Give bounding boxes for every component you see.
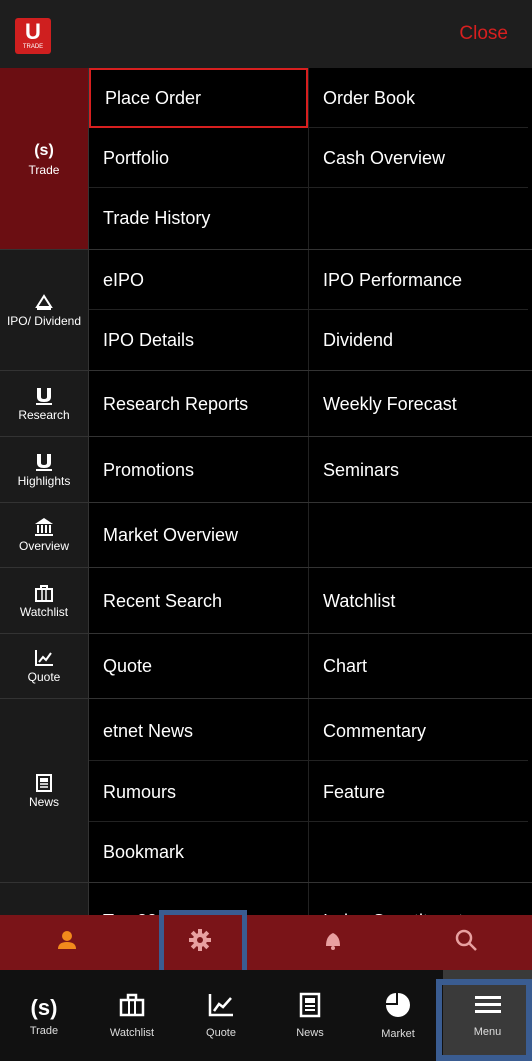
- menu-item-weekly-forecast[interactable]: Weekly Forecast: [309, 374, 528, 434]
- search-button[interactable]: [399, 915, 532, 970]
- highlight-box-menu: [436, 979, 532, 1061]
- menu-group-index: Top 20 Index Constituent: [0, 883, 532, 915]
- group-side-news[interactable]: News: [0, 699, 89, 882]
- tab-quote[interactable]: Quote: [177, 970, 265, 1061]
- tab-label: Market: [381, 1028, 415, 1040]
- group-label: Quote: [27, 670, 61, 684]
- notifications-button[interactable]: [266, 915, 399, 970]
- group-label: Highlights: [17, 473, 71, 488]
- group-label: Overview: [18, 539, 69, 553]
- utrade-logo: U TRADE: [15, 18, 51, 54]
- tab-label: Quote: [206, 1027, 236, 1039]
- u-logo-icon: [32, 452, 56, 472]
- newspaper-icon: [296, 992, 324, 1023]
- newspaper-icon: [32, 773, 56, 793]
- group-label: News: [28, 794, 59, 809]
- logo-letter: U: [25, 19, 41, 44]
- menu-item-bookmark[interactable]: Bookmark: [89, 822, 308, 882]
- tab-label: Trade: [29, 1024, 59, 1037]
- group-label: Watchlist: [19, 604, 69, 619]
- menu-item-research-reports[interactable]: Research Reports: [89, 374, 308, 434]
- menu-item-chart[interactable]: Chart: [309, 636, 528, 696]
- pie-chart-icon: [384, 991, 412, 1024]
- line-chart-icon: [32, 648, 56, 668]
- group-side-overview[interactable]: Overview: [0, 503, 89, 567]
- column-divider: [308, 503, 309, 567]
- menu-item-commentary[interactable]: Commentary: [309, 701, 528, 761]
- menu-item-recent-search[interactable]: Recent Search: [89, 571, 308, 631]
- tab-trade[interactable]: (s) Trade: [0, 970, 88, 1061]
- menu-item-order-book[interactable]: Order Book: [309, 68, 528, 128]
- briefcase-icon: [118, 992, 146, 1023]
- line-chart-icon: [207, 992, 235, 1023]
- menu-item-ipo-details[interactable]: IPO Details: [89, 310, 308, 370]
- group-label: IPO/ Dividend: [6, 314, 82, 328]
- ipo-icon: [32, 292, 56, 312]
- bell-icon: [321, 928, 345, 957]
- group-label: Research: [18, 407, 70, 422]
- dollar-icon: (s): [30, 994, 58, 1020]
- menu-item-promotions[interactable]: Promotions: [89, 440, 308, 500]
- menu-group-overview: Overview Market Overview: [0, 503, 532, 568]
- menu-item-watchlist[interactable]: Watchlist: [309, 571, 528, 631]
- menu-list[interactable]: (s) Trade Place Order Order Book Portfol…: [0, 68, 532, 915]
- menu-group-ipo-dividend: IPO/ Dividend eIPO IPO Performance IPO D…: [0, 250, 532, 371]
- group-side-highlights[interactable]: Highlights: [0, 437, 89, 502]
- menu-item-dividend[interactable]: Dividend: [309, 310, 528, 370]
- tab-market[interactable]: Market: [354, 970, 442, 1061]
- menu-item-seminars[interactable]: Seminars: [309, 440, 528, 500]
- menu-item-eipo[interactable]: eIPO: [89, 250, 308, 310]
- group-side-watchlist[interactable]: Watchlist: [0, 568, 89, 633]
- tab-label: News: [296, 1027, 324, 1039]
- menu-item-market-overview[interactable]: Market Overview: [89, 505, 308, 565]
- app-header: U TRADE Close: [0, 0, 532, 69]
- tab-news[interactable]: News: [266, 970, 354, 1061]
- group-side-ipo[interactable]: IPO/ Dividend: [0, 250, 89, 370]
- briefcase-icon: [32, 583, 56, 603]
- group-label: Trade: [28, 162, 60, 177]
- menu-item-portfolio[interactable]: Portfolio: [89, 128, 308, 188]
- menu-item-place-order[interactable]: Place Order: [89, 68, 308, 128]
- menu-group-news: News etnet News Commentary Rumours Featu…: [0, 699, 532, 883]
- group-side-trade[interactable]: (s) Trade: [0, 68, 89, 249]
- menu-group-trade: (s) Trade Place Order Order Book Portfol…: [0, 68, 532, 250]
- profile-button[interactable]: [0, 915, 133, 970]
- logo-subtext: TRADE: [22, 44, 44, 50]
- u-logo-icon: [32, 386, 56, 406]
- person-icon: [55, 928, 79, 957]
- menu-item-etnet-news[interactable]: etnet News: [89, 701, 308, 761]
- tab-watchlist[interactable]: Watchlist: [88, 970, 176, 1061]
- menu-item-cash-overview[interactable]: Cash Overview: [309, 128, 528, 188]
- search-icon: [454, 928, 478, 957]
- bank-icon: [32, 517, 56, 537]
- dollar-icon: (s): [34, 141, 54, 159]
- group-side-index[interactable]: [0, 883, 89, 915]
- tab-label: Watchlist: [109, 1027, 155, 1039]
- menu-group-watchlist: Watchlist Recent Search Watchlist: [0, 568, 532, 634]
- menu-group-quote: Quote Quote Chart: [0, 634, 532, 699]
- group-side-research[interactable]: Research: [0, 371, 89, 436]
- close-button[interactable]: Close: [459, 23, 508, 45]
- menu-group-research: Research Research Reports Weekly Forecas…: [0, 371, 532, 437]
- group-side-quote[interactable]: Quote: [0, 634, 89, 698]
- menu-item-quote[interactable]: Quote: [89, 636, 308, 696]
- menu-item-index-constituent[interactable]: Index Constituent: [309, 891, 528, 915]
- menu-group-highlights: Highlights Promotions Seminars: [0, 437, 532, 503]
- action-bar: [0, 915, 532, 970]
- menu-item-ipo-performance[interactable]: IPO Performance: [309, 250, 528, 310]
- menu-item-trade-history[interactable]: Trade History: [89, 188, 308, 248]
- menu-item-feature[interactable]: Feature: [309, 762, 528, 822]
- menu-item-rumours[interactable]: Rumours: [89, 762, 308, 822]
